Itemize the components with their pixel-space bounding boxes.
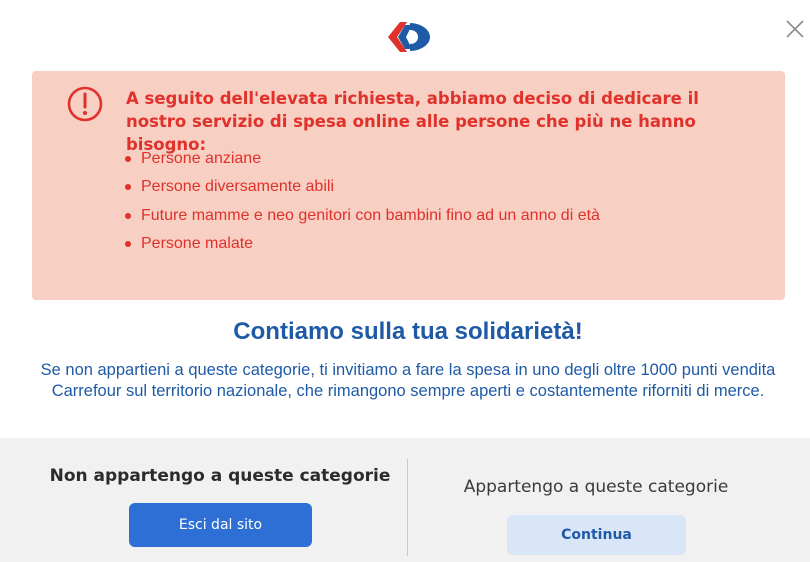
info-paragraph: Se non appartieni a queste categorie, ti… [40,361,776,400]
alert-list: Persone anziane Persone diversamente abi… [124,148,600,261]
list-item-label: Persone anziane [141,150,262,167]
page-headline: Contiamo sulla tua solidarietà! [233,318,583,345]
not-belong-title: Non appartengo a queste categorie [49,466,391,486]
bullet-icon [125,156,131,162]
list-item-label: Future mamme e neo genitori con bambini … [141,206,600,224]
list-item-label: Persone malate [141,234,254,252]
list-item-label: Persone diversamente abili [141,178,334,196]
belong-title: Appartengo a queste categorie [463,477,729,497]
column-divider [407,459,408,556]
list-item: Future mamme e neo genitori con bambini … [124,205,600,233]
list-item: Persone anziane [124,148,600,176]
logo-blue-shape [410,23,430,51]
alert-box: A seguito dell'elevata richiesta, abbiam… [32,71,785,300]
bullet-icon [125,212,131,219]
close-icon[interactable] [784,18,806,40]
list-item: Persone malate [124,233,600,261]
exit-site-button[interactable]: Esci dal sito [129,503,312,547]
carrefour-logo [388,22,430,52]
continue-button[interactable]: Continua [507,515,686,555]
bullet-icon [125,184,131,191]
exclamation-circle-icon [67,86,103,122]
bullet-icon [125,240,131,247]
alert-title: A seguito dell'elevata richiesta, abbiam… [126,89,699,154]
list-item: Persone diversamente abili [124,176,600,204]
choice-footer: Non appartengo a queste categorie Esci d… [0,438,810,562]
